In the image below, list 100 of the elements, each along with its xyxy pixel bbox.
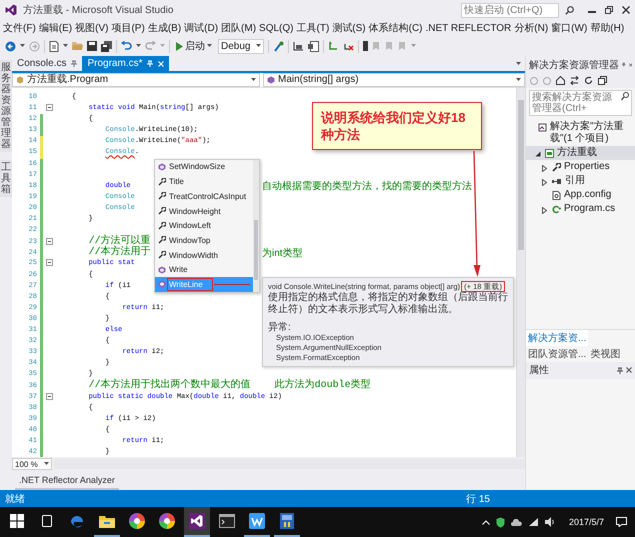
search-icon[interactable] — [565, 6, 574, 14]
media-app-icon[interactable] — [280, 513, 294, 529]
chevron-up-icon[interactable] — [482, 520, 490, 524]
bookmark-icon[interactable] — [363, 41, 368, 51]
menu-item[interactable]: 编辑(E) — [38, 21, 72, 35]
menu-item[interactable]: 生成(B) — [148, 21, 182, 35]
menu-item[interactable]: 项目(P) — [111, 21, 145, 35]
start-button[interactable]: 启动 — [174, 38, 214, 54]
vs-logo-icon[interactable] — [189, 513, 205, 529]
folder-icon[interactable] — [99, 514, 115, 528]
menu-item[interactable]: 帮助(H) — [590, 21, 624, 35]
layout-icon[interactable] — [293, 41, 304, 51]
start-icon[interactable] — [10, 514, 24, 528]
menu-item[interactable]: 测试(S) — [332, 21, 366, 35]
menu-item[interactable]: 视图(V) — [75, 21, 108, 35]
side-tab[interactable]: 服务器资源管理器 — [0, 60, 12, 152]
document-icon[interactable] — [308, 40, 320, 52]
menu-item[interactable]: 工具(T) — [296, 21, 330, 35]
network-icon[interactable] — [528, 517, 539, 527]
type-dropdown[interactable]: 方法重载.Program — [12, 73, 260, 87]
color-wheel-icon[interactable] — [129, 513, 145, 529]
quick-launch-field[interactable]: 快速启动 (Ctrl+Q) — [461, 2, 559, 18]
menu-item[interactable]: 文件(F) — [3, 21, 36, 35]
collapse-icon[interactable] — [46, 392, 52, 400]
completion-item[interactable]: Title — [155, 174, 253, 189]
refresh-icon[interactable] — [584, 76, 593, 85]
completion-item[interactable]: TreatControlCAsInput — [155, 188, 253, 204]
references-icon — [552, 177, 562, 186]
shield-icon[interactable] — [496, 516, 505, 528]
attach-icon[interactable] — [273, 40, 284, 52]
home-icon[interactable] — [556, 76, 565, 85]
terminal-icon[interactable] — [219, 514, 235, 528]
document-app-icon[interactable] — [249, 513, 265, 529]
close-icon[interactable] — [626, 367, 632, 373]
tree-item[interactable]: 引用 — [526, 174, 635, 188]
zoom-dropdown[interactable]: 100 % — [12, 458, 52, 470]
dropdown-arrow-icon[interactable] — [516, 62, 521, 66]
collapse-all-icon[interactable] — [598, 76, 607, 85]
menu-item[interactable]: 团队(M) — [221, 21, 256, 35]
scrollbar[interactable] — [253, 160, 259, 292]
menu-item[interactable]: 分析(N) — [514, 21, 548, 35]
vs-logo-icon — [5, 4, 17, 16]
search-icon[interactable] — [621, 92, 629, 101]
collapse-icon[interactable] — [46, 259, 52, 266]
undo-icon[interactable] — [121, 41, 132, 51]
completion-item[interactable]: SetWindowSize — [155, 160, 253, 174]
completion-item[interactable]: WindowHeight — [155, 204, 253, 218]
leader-line — [214, 284, 250, 286]
back-icon[interactable] — [5, 40, 16, 52]
document-tab[interactable]: Console.cs — [12, 56, 82, 71]
sync-icon[interactable] — [570, 76, 579, 85]
close-icon[interactable] — [628, 62, 632, 68]
task-view-icon[interactable] — [40, 515, 54, 527]
menu-item[interactable]: 窗口(W) — [551, 21, 588, 35]
clock-date[interactable]: 2017/5/7 — [568, 517, 604, 527]
vertical-scrollbar[interactable] — [516, 88, 525, 457]
pin-icon[interactable] — [617, 366, 623, 374]
new-project-icon[interactable] — [49, 40, 59, 52]
menu-item[interactable]: 调试(D) — [184, 21, 218, 35]
tree-item[interactable]: Properties — [526, 160, 635, 174]
collapse-icon[interactable] — [46, 238, 52, 245]
save-all-icon[interactable] — [101, 40, 112, 52]
code-comment: 自动根据需要的类型方法，找的需要的类型方法 — [261, 180, 473, 192]
configuration-dropdown[interactable]: Debug — [218, 38, 264, 54]
restore-icon[interactable] — [605, 6, 613, 14]
volume-icon[interactable] — [544, 517, 555, 527]
tree-item[interactable]: 解决方案"方法重载"(1 个项目) — [526, 120, 635, 146]
caret-icon — [160, 44, 165, 48]
method-icon — [158, 266, 166, 274]
pin-icon[interactable] — [71, 60, 78, 67]
class-icon — [16, 76, 24, 84]
search-field[interactable]: 搜索解决方案资源管理器(Ctrl+ — [529, 90, 632, 116]
completion-item[interactable]: WindowLeft — [155, 218, 253, 234]
panel-tab[interactable]: 解决方案资... — [526, 330, 588, 346]
cloud-icon[interactable] — [510, 518, 522, 526]
side-tab[interactable]: 工具箱 — [0, 160, 12, 197]
completion-item[interactable]: Write — [155, 262, 253, 278]
pin-icon[interactable] — [622, 61, 626, 68]
menu-item[interactable]: .NET REFLECTOR — [426, 22, 512, 34]
horizontal-scrollbar[interactable] — [54, 459, 525, 469]
member-dropdown[interactable]: Main(string[] args) — [263, 73, 525, 87]
browser-icon[interactable] — [69, 513, 85, 529]
expanded-arrow-icon[interactable] — [535, 151, 541, 157]
completion-item[interactable]: WindowTop — [155, 233, 253, 248]
color-wheel-icon[interactable] — [159, 513, 175, 529]
close-icon[interactable] — [622, 6, 630, 14]
panel-tab[interactable]: 团队资源管... — [526, 346, 588, 362]
save-icon[interactable] — [87, 41, 97, 51]
collapsed-arrow-icon[interactable] — [542, 206, 547, 214]
collapse-icon[interactable] — [46, 104, 52, 112]
menu-item[interactable]: SQL(Q) — [259, 22, 294, 34]
project-icon — [545, 149, 554, 158]
completion-item[interactable]: WindowWidth — [155, 248, 253, 262]
menu-item[interactable]: 体系结构(C) — [368, 21, 423, 35]
tree-item[interactable]: 方法重载 — [526, 146, 635, 160]
notification-icon[interactable] — [616, 517, 627, 527]
panel-tab[interactable]: 类视图 — [588, 346, 622, 362]
step-icon[interactable] — [328, 40, 340, 52]
tree-item[interactable]: App.config — [526, 188, 635, 202]
tree-item[interactable]: Program.cs — [526, 202, 635, 216]
